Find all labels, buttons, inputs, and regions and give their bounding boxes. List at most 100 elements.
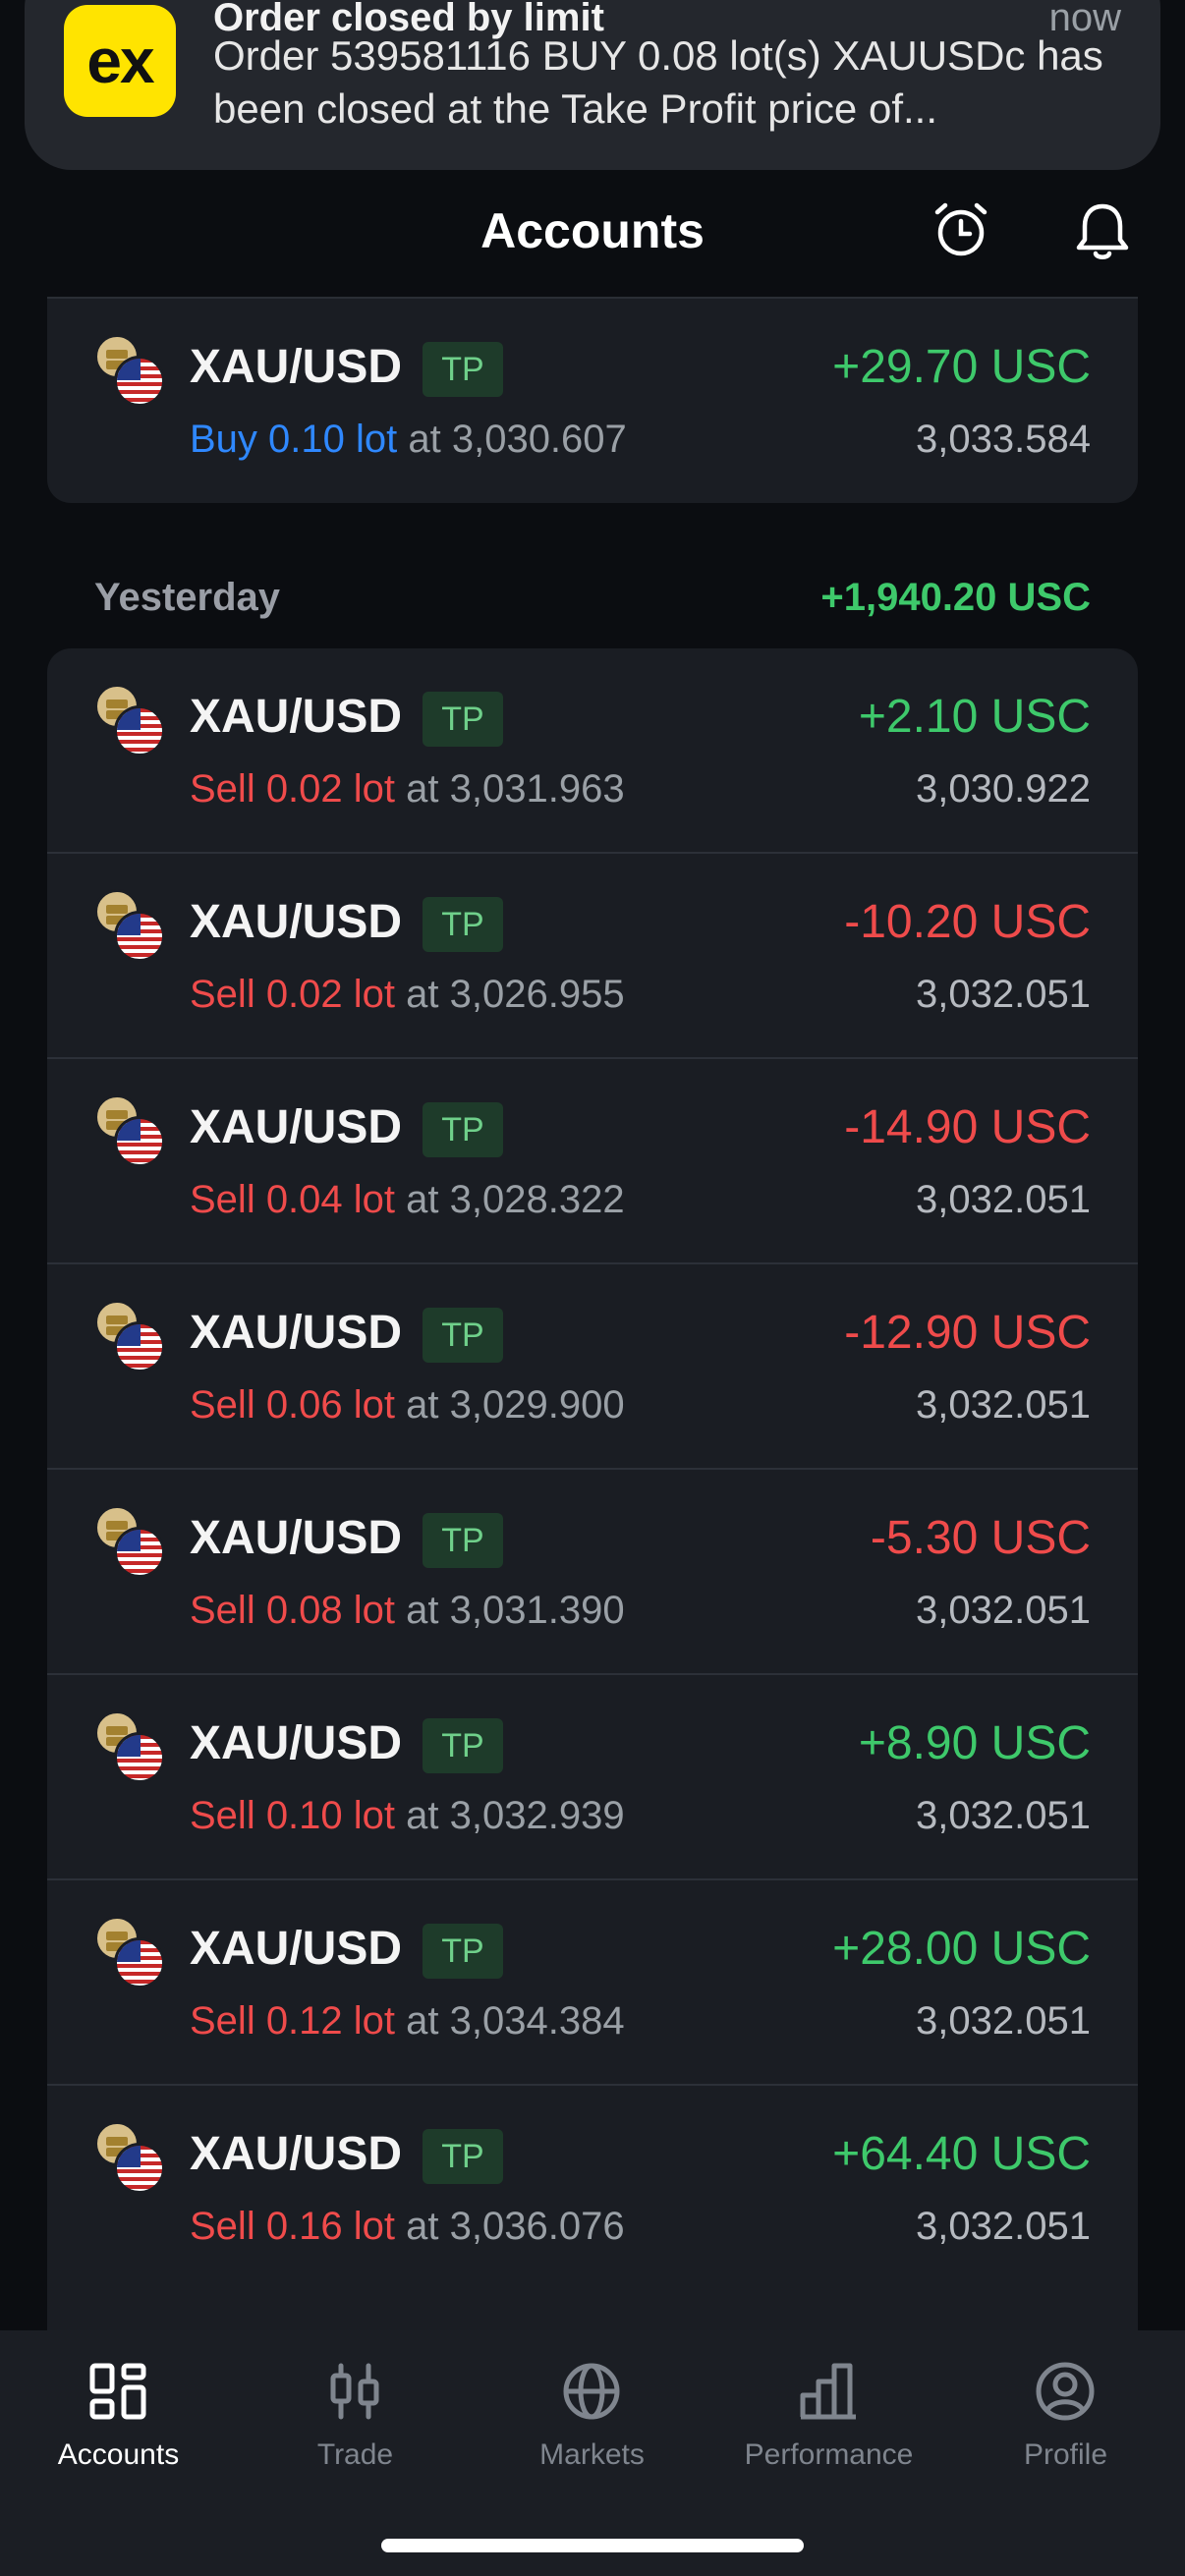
current-price: 3,033.584 [916, 418, 1091, 461]
xau-usd-pair-icon [94, 889, 167, 962]
tab-profile[interactable]: Profile [947, 2330, 1184, 2497]
globe-icon [563, 2363, 620, 2420]
tab-label: Profile [1023, 2438, 1108, 2471]
trade-side: Sell 0.16 lot [190, 2205, 396, 2248]
xau-usd-pair-icon [94, 334, 167, 407]
profit-loss: -5.30 USC [870, 1512, 1091, 1564]
xau-usd-pair-icon [94, 1505, 167, 1578]
position-row[interactable]: XAU/USD TP +8.90 USC Sell 0.10 lot at 3,032… [47, 1675, 1138, 1880]
profit-loss: -14.90 USC [844, 1101, 1091, 1153]
profit-loss: +2.10 USC [858, 691, 1091, 743]
trade-detail: Sell 0.02 lot at 3,026.955 [190, 973, 625, 1017]
position-row[interactable]: XAU/USD TP +29.70 USC Buy 0.10 lot at 3,… [47, 299, 1138, 504]
open-price: at 3,036.076 [395, 2205, 625, 2248]
bar-chart-icon [800, 2363, 856, 2420]
current-price: 3,032.051 [916, 1999, 1091, 2043]
trade-detail: Buy 0.10 lot at 3,030.607 [190, 418, 627, 462]
position-row[interactable]: XAU/USD TP +64.40 USC Sell 0.16 lot at 3,03… [47, 2086, 1138, 2291]
us-flag-icon [114, 1321, 165, 1372]
symbol: XAU/USD [190, 691, 403, 743]
position-row[interactable]: XAU/USD TP +2.10 USC Sell 0.02 lot at 3,031… [47, 648, 1138, 854]
tab-label: Performance [744, 2438, 914, 2471]
tp-badge: TP [423, 1924, 503, 1979]
tp-badge: TP [423, 342, 503, 397]
notification-banner[interactable]: ex Order closed by limit now Order 53958… [25, 0, 1160, 170]
us-flag-icon [114, 2143, 165, 2194]
profit-loss: +64.40 USC [832, 2128, 1091, 2180]
open-position-card[interactable]: XAU/USD TP +29.70 USC Buy 0.10 lot at 3,… [47, 299, 1138, 503]
closed-positions-list: XAU/USD TP +2.10 USC Sell 0.02 lot at 3,031… [47, 648, 1138, 2338]
tp-badge: TP [423, 2129, 503, 2184]
symbol: XAU/USD [190, 1923, 403, 1975]
tab-markets[interactable]: Markets [474, 2330, 710, 2497]
symbol: XAU/USD [190, 1717, 403, 1769]
symbol: XAU/USD [190, 1307, 403, 1359]
profit-loss: +8.90 USC [858, 1717, 1091, 1769]
section-header: Yesterday +1,940.20 USC [47, 566, 1138, 635]
position-row[interactable]: XAU/USD TP -12.90 USC Sell 0.06 lot at 3,02… [47, 1264, 1138, 1470]
tp-badge: TP [423, 897, 503, 952]
trade-side: Sell 0.02 lot [190, 767, 396, 811]
trade-detail: Sell 0.04 lot at 3,028.322 [190, 1178, 625, 1222]
profit-loss: -12.90 USC [844, 1307, 1091, 1359]
symbol: XAU/USD [190, 1101, 403, 1153]
open-price: at 3,029.900 [395, 1383, 625, 1427]
xau-usd-pair-icon [94, 684, 167, 756]
xau-usd-pair-icon [94, 2121, 167, 2194]
section-total: +1,940.20 USC [820, 576, 1091, 619]
trade-side: Sell 0.04 lot [190, 1178, 396, 1221]
current-price: 3,032.051 [916, 1794, 1091, 1837]
current-price: 3,032.051 [916, 2205, 1091, 2248]
tab-trade[interactable]: Trade [237, 2330, 474, 2497]
trade-side: Sell 0.06 lot [190, 1383, 396, 1427]
position-row[interactable]: XAU/USD TP +28.00 USC Sell 0.12 lot at 3,03… [47, 1880, 1138, 2086]
open-price: at 3,034.384 [395, 1999, 625, 2043]
xau-usd-pair-icon [94, 1094, 167, 1167]
tab-label: Trade [316, 2438, 394, 2471]
symbol: XAU/USD [190, 896, 403, 948]
notification-body: Order 539581116 BUY 0.08 lot(s) XAUUSDc … [213, 32, 1103, 132]
page-title: Accounts [480, 203, 705, 258]
xau-usd-pair-icon [94, 1300, 167, 1372]
tab-accounts[interactable]: Accounts [0, 2330, 237, 2497]
us-flag-icon [114, 1527, 165, 1578]
tp-badge: TP [423, 1513, 503, 1568]
tp-badge: TP [423, 692, 503, 747]
profit-loss: -10.20 USC [844, 896, 1091, 948]
tab-performance[interactable]: Performance [710, 2330, 947, 2497]
open-price: at 3,026.955 [395, 973, 625, 1016]
position-row[interactable]: XAU/USD TP -10.20 USC Sell 0.02 lot at 3,02… [47, 854, 1138, 1059]
tp-badge: TP [423, 1102, 503, 1157]
us-flag-icon [114, 911, 165, 962]
bell-icon[interactable] [1073, 200, 1132, 263]
open-price: at 3,028.322 [395, 1178, 625, 1221]
trade-side: Sell 0.08 lot [190, 1589, 396, 1632]
grid-icon [89, 2363, 146, 2420]
current-price: 3,030.922 [916, 767, 1091, 811]
us-flag-icon [114, 1116, 165, 1167]
symbol: XAU/USD [190, 2128, 403, 2180]
tab-label: Markets [539, 2438, 645, 2471]
home-indicator [381, 2539, 804, 2552]
current-price: 3,032.051 [916, 1178, 1091, 1221]
open-price: at 3,031.390 [395, 1589, 625, 1632]
profit-loss: +28.00 USC [832, 1923, 1091, 1975]
symbol: XAU/USD [190, 341, 403, 393]
user-circle-icon [1036, 2362, 1095, 2421]
trade-side: Sell 0.12 lot [190, 1999, 396, 2043]
open-price: at 3,031.963 [395, 767, 625, 811]
trade-side: Sell 0.10 lot [190, 1794, 396, 1837]
profit-loss: +29.70 USC [832, 341, 1091, 393]
xau-usd-pair-icon [94, 1916, 167, 1988]
tp-badge: TP [423, 1718, 503, 1773]
position-row[interactable]: XAU/USD TP -5.30 USC Sell 0.08 lot at 3,031… [47, 1470, 1138, 1675]
trade-detail: Sell 0.10 lot at 3,032.939 [190, 1794, 625, 1838]
trade-detail: Sell 0.08 lot at 3,031.390 [190, 1589, 625, 1633]
alarm-clock-icon[interactable] [931, 200, 990, 259]
open-price: at 3,030.607 [397, 418, 627, 461]
us-flag-icon [114, 705, 165, 756]
position-row[interactable]: XAU/USD TP -14.90 USC Sell 0.04 lot at 3,02… [47, 1059, 1138, 1264]
us-flag-icon [114, 1732, 165, 1783]
tab-label: Accounts [57, 2438, 180, 2471]
trade-detail: Sell 0.16 lot at 3,036.076 [190, 2205, 625, 2249]
